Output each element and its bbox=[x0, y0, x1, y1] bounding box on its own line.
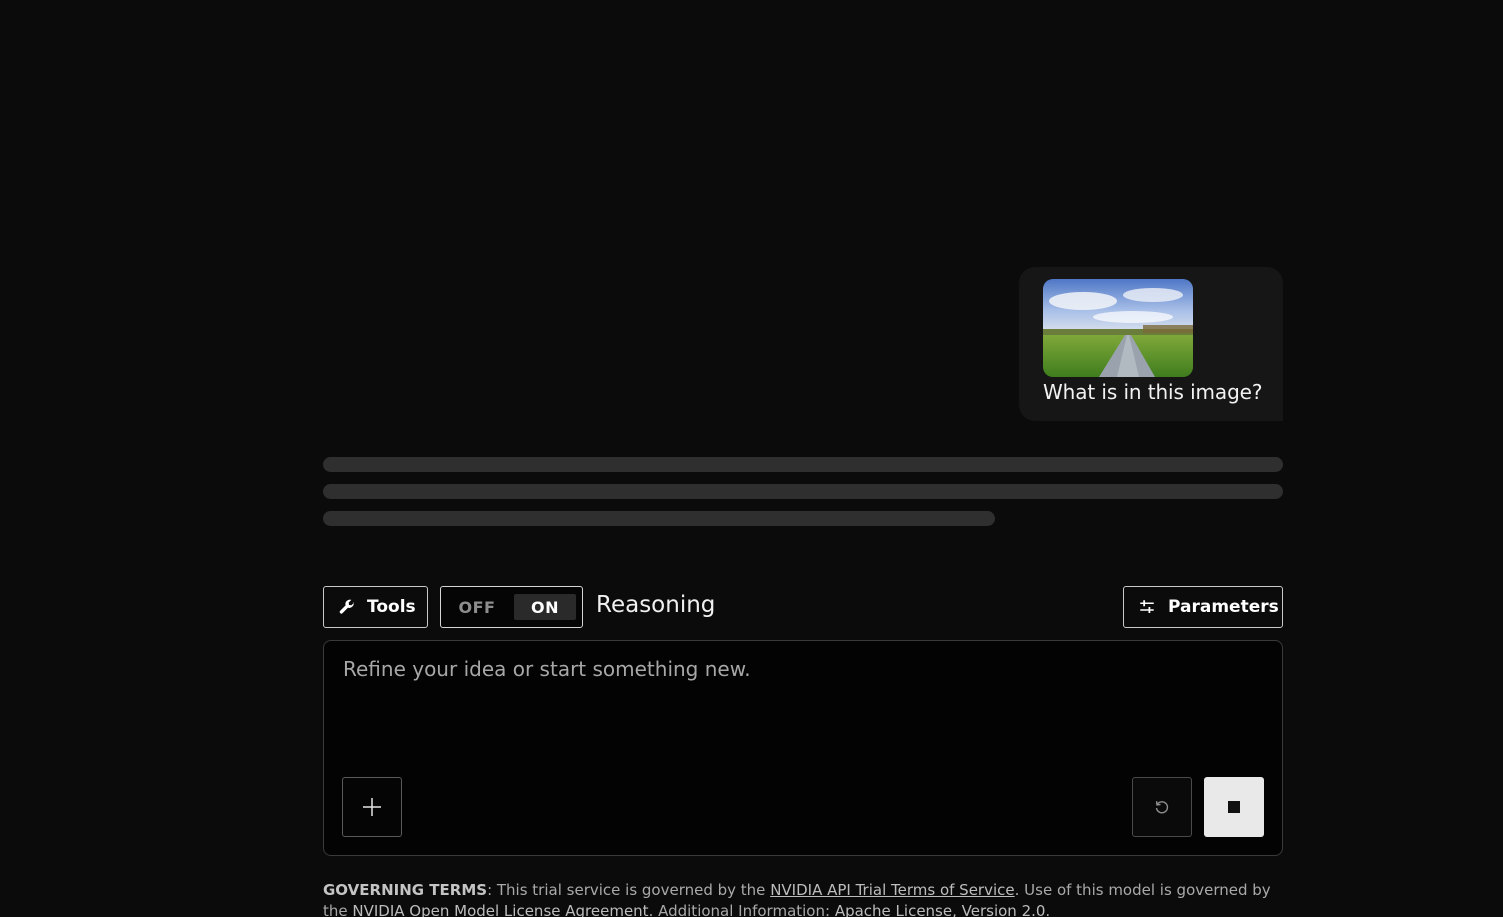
terms-text: . bbox=[1045, 902, 1051, 917]
sliders-icon bbox=[1140, 600, 1154, 613]
add-attachment-button[interactable] bbox=[342, 777, 402, 837]
user-message-bubble: What is in this image? bbox=[1019, 267, 1283, 421]
apache-license-link[interactable]: Apache License, Version 2.0 bbox=[835, 902, 1046, 917]
loading-skeleton-line bbox=[323, 511, 995, 526]
tools-label: Tools bbox=[367, 597, 416, 617]
wrench-icon bbox=[339, 599, 355, 614]
stop-icon bbox=[1228, 801, 1240, 813]
user-message-text: What is in this image? bbox=[1043, 380, 1263, 404]
reasoning-toggle[interactable]: OFF ON bbox=[440, 586, 583, 628]
reasoning-label: Reasoning bbox=[596, 592, 716, 618]
tools-button[interactable]: Tools bbox=[323, 586, 428, 628]
refresh-icon bbox=[1155, 801, 1169, 814]
plus-icon bbox=[363, 798, 381, 816]
loading-skeleton-line bbox=[323, 457, 1283, 472]
boardwalk-image bbox=[1043, 279, 1193, 377]
governing-terms: GOVERNING TERMS: This trial service is g… bbox=[323, 880, 1283, 917]
parameters-label: Parameters bbox=[1168, 597, 1279, 617]
message-composer bbox=[323, 640, 1283, 856]
attached-image[interactable] bbox=[1043, 279, 1193, 377]
reasoning-on-option[interactable]: ON bbox=[514, 594, 576, 620]
parameters-button[interactable]: Parameters bbox=[1123, 586, 1283, 628]
stop-generation-button[interactable] bbox=[1204, 777, 1264, 837]
terms-heading: GOVERNING TERMS bbox=[323, 881, 488, 899]
terms-text: : This trial service is governed by the bbox=[487, 881, 771, 899]
message-input[interactable] bbox=[341, 655, 1245, 759]
trial-terms-link[interactable]: NVIDIA API Trial Terms of Service bbox=[770, 881, 1014, 899]
regenerate-button[interactable] bbox=[1132, 777, 1192, 837]
loading-skeleton-line bbox=[323, 484, 1283, 499]
license-link[interactable]: NVIDIA Open Model License Agreement bbox=[352, 902, 648, 917]
reasoning-off-option[interactable]: OFF bbox=[447, 594, 507, 620]
chat-page: What is in this image? Tools OFF ON Reas… bbox=[0, 0, 1503, 917]
terms-text: . Additional Information: bbox=[648, 902, 835, 917]
